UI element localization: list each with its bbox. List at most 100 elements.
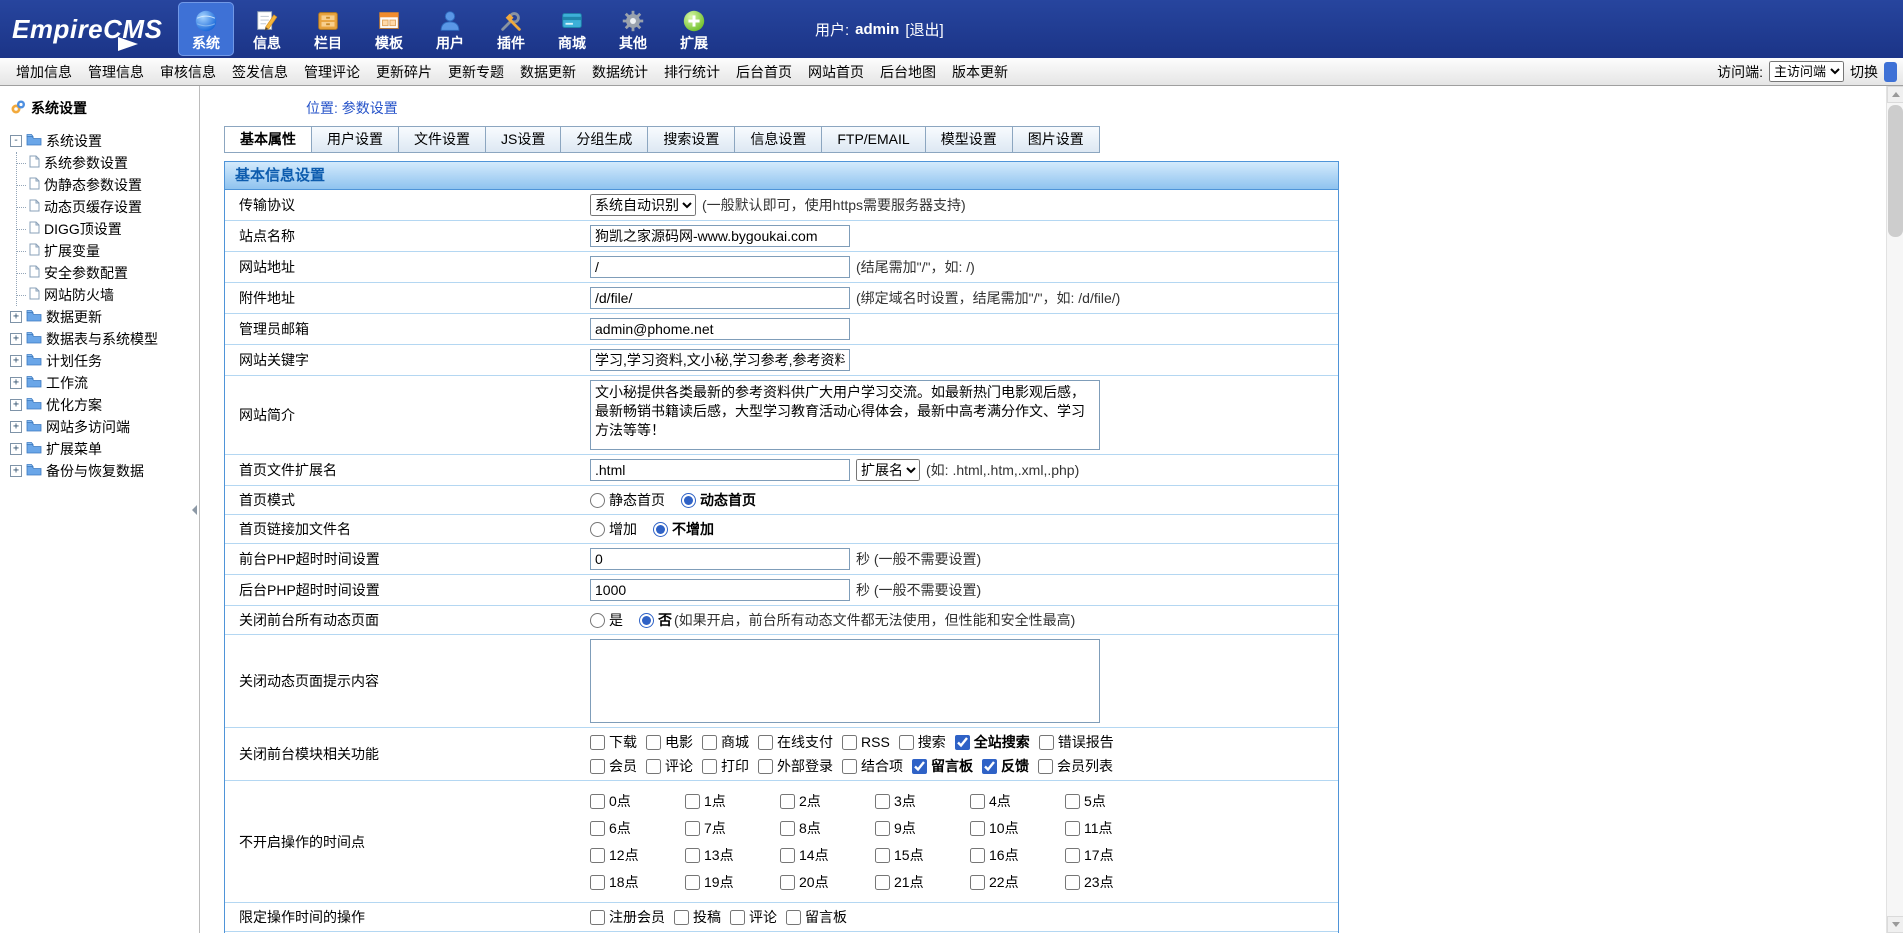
- module-print-checkbox[interactable]: 打印: [702, 756, 749, 776]
- keywords-input[interactable]: [590, 349, 850, 371]
- module-rss-checkbox[interactable]: RSS: [842, 734, 890, 750]
- dynamic-index-radio[interactable]: 动态首页: [681, 490, 756, 510]
- hour-22-checkbox[interactable]: 22点: [970, 872, 1065, 892]
- tree-item-rewrite-params[interactable]: 伪静态参数设置: [44, 175, 142, 195]
- sidebar-collapse-handle[interactable]: [190, 475, 199, 545]
- hour-12-checkbox[interactable]: 12点: [590, 845, 685, 865]
- checkbox[interactable]: [786, 910, 801, 925]
- tree-item-backup-restore[interactable]: 备份与恢复数据: [46, 461, 144, 481]
- checkbox[interactable]: [685, 794, 700, 809]
- hour-19-checkbox[interactable]: 19点: [685, 872, 780, 892]
- radio[interactable]: [653, 522, 668, 537]
- nav-item-update-special[interactable]: 更新专题: [440, 62, 512, 82]
- vertical-scrollbar[interactable]: [1886, 86, 1903, 933]
- module-sitesearch-checkbox[interactable]: 全站搜索: [955, 732, 1030, 752]
- tab-info-settings[interactable]: 信息设置: [734, 126, 822, 153]
- tree-item-tables-models[interactable]: 数据表与系统模型: [46, 329, 158, 349]
- hour-16-checkbox[interactable]: 16点: [970, 845, 1065, 865]
- hour-2-checkbox[interactable]: 2点: [780, 791, 875, 811]
- front-timeout-input[interactable]: [590, 548, 850, 570]
- nav-item-manage-comment[interactable]: 管理评论: [296, 62, 368, 82]
- hour-15-checkbox[interactable]: 15点: [875, 845, 970, 865]
- nav-item-check-info[interactable]: 审核信息: [152, 62, 224, 82]
- static-index-radio[interactable]: 静态首页: [590, 490, 665, 510]
- checkbox[interactable]: [912, 759, 927, 774]
- nav-item-admin-map[interactable]: 后台地图: [872, 62, 944, 82]
- checkbox[interactable]: [1039, 735, 1054, 750]
- radio[interactable]: [681, 493, 696, 508]
- tab-file-settings[interactable]: 文件设置: [398, 126, 486, 153]
- checkbox[interactable]: [702, 759, 717, 774]
- top-menu-item-extend[interactable]: 扩展: [666, 2, 722, 56]
- top-menu-item-user[interactable]: 用户: [422, 2, 478, 56]
- nav-item-update-fragment[interactable]: 更新碎片: [368, 62, 440, 82]
- tree-item-firewall[interactable]: 网站防火墙: [44, 285, 114, 305]
- checkbox[interactable]: [875, 821, 890, 836]
- hour-9-checkbox[interactable]: 9点: [875, 818, 970, 838]
- site-url-input[interactable]: [590, 256, 850, 278]
- nav-item-rank-stats[interactable]: 排行统计: [656, 62, 728, 82]
- tab-model-settings[interactable]: 模型设置: [925, 126, 1013, 153]
- scroll-down-button[interactable]: [1887, 916, 1903, 933]
- checkbox[interactable]: [970, 848, 985, 863]
- hour-17-checkbox[interactable]: 17点: [1065, 845, 1160, 865]
- nav-item-version-update[interactable]: 版本更新: [944, 62, 1016, 82]
- checkbox[interactable]: [674, 910, 689, 925]
- scroll-up-button[interactable]: [1887, 86, 1903, 103]
- hour-7-checkbox[interactable]: 7点: [685, 818, 780, 838]
- checkbox[interactable]: [1065, 794, 1080, 809]
- tree-item-system-settings[interactable]: 系统设置: [46, 131, 102, 151]
- tree-item-system-params[interactable]: 系统参数设置: [44, 153, 128, 173]
- checkbox[interactable]: [590, 794, 605, 809]
- radio[interactable]: [590, 493, 605, 508]
- close-dynamic-yes-radio[interactable]: 是: [590, 610, 623, 630]
- hour-10-checkbox[interactable]: 10点: [970, 818, 1065, 838]
- admin-email-input[interactable]: [590, 318, 850, 340]
- nav-item-manage-info[interactable]: 管理信息: [80, 62, 152, 82]
- limit-submit-checkbox[interactable]: 投稿: [674, 907, 721, 927]
- back-timeout-input[interactable]: [590, 579, 850, 601]
- checkbox[interactable]: [646, 735, 661, 750]
- checkbox[interactable]: [1065, 821, 1080, 836]
- checkbox[interactable]: [590, 875, 605, 890]
- nav-item-admin-home[interactable]: 后台首页: [728, 62, 800, 82]
- checkbox[interactable]: [590, 821, 605, 836]
- module-combine-checkbox[interactable]: 结合项: [842, 756, 903, 776]
- tab-js-settings[interactable]: JS设置: [485, 126, 561, 153]
- protocol-select[interactable]: 系统自动识别: [590, 194, 696, 216]
- checkbox[interactable]: [842, 735, 857, 750]
- checkbox[interactable]: [590, 735, 605, 750]
- close-msg-textarea[interactable]: [590, 639, 1100, 723]
- breadcrumb-link[interactable]: 参数设置: [342, 100, 398, 116]
- tree-item-extend-vars[interactable]: 扩展变量: [44, 241, 100, 261]
- close-dynamic-no-radio[interactable]: 否: [639, 610, 672, 630]
- checkbox[interactable]: [590, 848, 605, 863]
- module-member-checkbox[interactable]: 会员: [590, 756, 637, 776]
- radio[interactable]: [639, 613, 654, 628]
- tree-expand-toggle[interactable]: +: [10, 421, 22, 433]
- checkbox[interactable]: [875, 848, 890, 863]
- module-feedback-checkbox[interactable]: 反馈: [982, 756, 1029, 776]
- tab-user-settings[interactable]: 用户设置: [311, 126, 399, 153]
- checkbox[interactable]: [780, 821, 795, 836]
- top-menu-item-system[interactable]: 系统: [178, 2, 234, 56]
- hour-14-checkbox[interactable]: 14点: [780, 845, 875, 865]
- no-filename-radio[interactable]: 不增加: [653, 519, 714, 539]
- top-menu-item-column[interactable]: 栏目: [300, 2, 356, 56]
- checkbox[interactable]: [780, 794, 795, 809]
- checkbox[interactable]: [955, 735, 970, 750]
- module-movie-checkbox[interactable]: 电影: [646, 732, 693, 752]
- module-payment-checkbox[interactable]: 在线支付: [758, 732, 833, 752]
- client-select[interactable]: 主访问端: [1769, 61, 1844, 82]
- checkbox[interactable]: [1065, 875, 1080, 890]
- hour-0-checkbox[interactable]: 0点: [590, 791, 685, 811]
- nav-edge-button[interactable]: [1884, 62, 1897, 82]
- module-external-login-checkbox[interactable]: 外部登录: [758, 756, 833, 776]
- tab-basic[interactable]: 基本属性: [224, 126, 312, 153]
- checkbox[interactable]: [685, 848, 700, 863]
- checkbox[interactable]: [970, 794, 985, 809]
- checkbox[interactable]: [875, 794, 890, 809]
- checkbox[interactable]: [646, 759, 661, 774]
- nav-item-data-update[interactable]: 数据更新: [512, 62, 584, 82]
- tree-expand-toggle[interactable]: +: [10, 377, 22, 389]
